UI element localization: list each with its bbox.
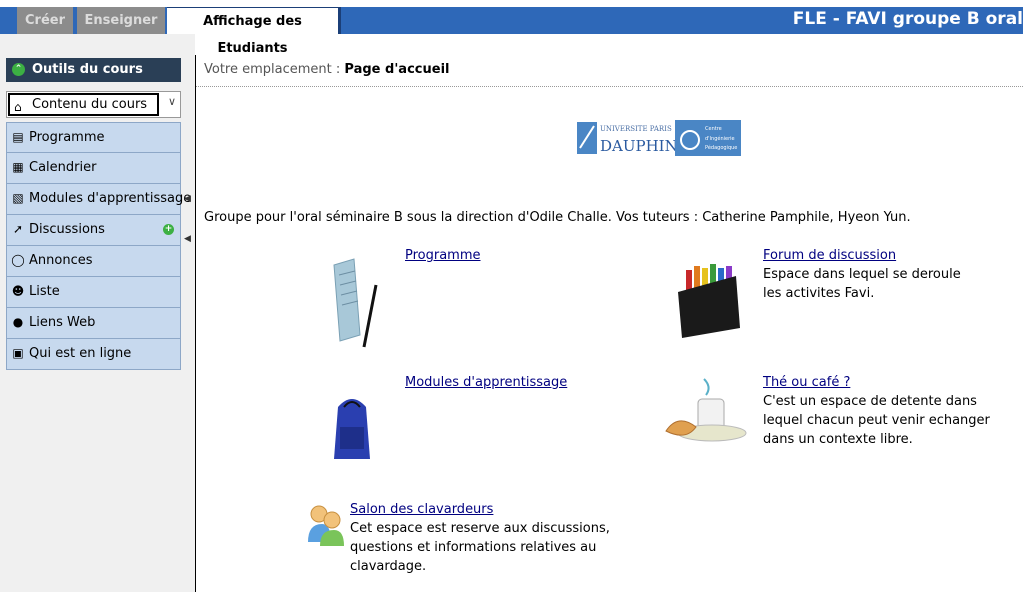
module-icon: ▧ xyxy=(12,191,24,205)
document-icon: ▤ xyxy=(12,130,24,144)
select-value: Contenu du cours xyxy=(32,97,148,112)
logo-university: UNIVERSITE PARIS xyxy=(600,125,672,133)
course-content-select[interactable]: ⌂ Contenu du cours ∨ xyxy=(6,91,181,118)
entry-salon: Salon des clavardeurs Cet espace est res… xyxy=(350,500,660,576)
tab-affichage-etudiants[interactable]: Affichage des Etudiants xyxy=(167,7,341,56)
file-organizer-icon xyxy=(678,264,740,338)
sidebar-item-annonces[interactable]: ◯ Annonces xyxy=(6,246,181,277)
breadcrumb: Votre emplacement : Page d'accueil xyxy=(204,62,449,77)
collapse-arrow-icon[interactable]: ◀ xyxy=(184,194,191,204)
breadcrumb-current: Page d'accueil xyxy=(344,62,450,77)
user-online-icon: ▣ xyxy=(12,346,24,360)
top-bar: Créer Enseigner Affichage des Etudiants … xyxy=(0,0,1023,56)
coffee-croissant-icon xyxy=(665,378,747,442)
chevron-down-icon[interactable]: ∨ xyxy=(168,95,176,108)
entry-forum: Forum de discussion Espace dans lequel s… xyxy=(763,246,983,303)
sidebar-divider xyxy=(195,55,196,592)
new-item-icon: + xyxy=(163,224,174,235)
sidebar-item-label: Qui est en ligne xyxy=(29,346,132,361)
logo-center-3: Pédagogique xyxy=(705,144,737,151)
sidebar-list: ▤ Programme ▦ Calendrier ▧ Modules d'app… xyxy=(6,122,191,370)
sidebar-item-qui-en-ligne[interactable]: ▣ Qui est en ligne xyxy=(6,339,181,370)
course-title: FLE - FAVI groupe B oral xyxy=(792,9,1023,29)
notepad-pen-icon xyxy=(333,258,378,348)
collapse-arrow-icon[interactable]: ◀ xyxy=(184,234,191,244)
sidebar-item-label: Modules d'apprentissage xyxy=(29,191,192,206)
sidebar-item-liens-web[interactable]: ● Liens Web xyxy=(6,308,181,339)
the-cafe-link[interactable]: Thé ou café ? xyxy=(763,375,850,390)
entry-programme: Programme xyxy=(405,246,481,265)
megaphone-icon: ◯ xyxy=(11,253,25,267)
people-icon: ☻ xyxy=(11,284,25,298)
tab-enseigner[interactable]: Enseigner xyxy=(77,7,165,34)
sidebar-item-label: Liste xyxy=(29,284,60,299)
chevron-up-circle-icon[interactable]: ⌃ xyxy=(12,63,25,76)
globe-icon: ● xyxy=(12,315,24,329)
sidebar-item-label: Discussions xyxy=(29,222,105,237)
the-cafe-description: C'est un espace de detente dans lequel c… xyxy=(763,394,990,447)
programme-link[interactable]: Programme xyxy=(405,248,481,263)
sidebar-collapse-handle[interactable]: ◀ ◀ xyxy=(184,194,194,254)
sidebar-item-label: Annonces xyxy=(29,253,93,268)
modules-link[interactable]: Modules d'apprentissage xyxy=(405,375,567,390)
sidebar-item-programme[interactable]: ▤ Programme xyxy=(6,122,181,153)
breadcrumb-divider xyxy=(196,86,1023,87)
sidebar-item-calendrier[interactable]: ▦ Calendrier xyxy=(6,153,181,184)
entry-modules: Modules d'apprentissage xyxy=(405,373,567,392)
breadcrumb-prefix: Votre emplacement : xyxy=(204,62,341,77)
tab-creer[interactable]: Créer xyxy=(17,7,73,34)
dauphine-logo: UNIVERSITE PARIS DAUPHINE Centre d'Ingén… xyxy=(577,118,741,158)
forum-link[interactable]: Forum de discussion xyxy=(763,248,896,263)
entry-the-cafe: Thé ou café ? C'est un espace de detente… xyxy=(763,373,1013,449)
salon-link[interactable]: Salon des clavardeurs xyxy=(350,502,493,517)
sidebar-item-liste[interactable]: ☻ Liste xyxy=(6,277,181,308)
select-value-box[interactable]: ⌂ Contenu du cours xyxy=(8,93,159,116)
salon-description: Cet espace est reserve aux discussions, … xyxy=(350,521,610,574)
calendar-icon: ▦ xyxy=(12,160,24,174)
chat-users-icon xyxy=(308,505,344,546)
course-intro: Groupe pour l'oral séminaire B sous la d… xyxy=(204,210,911,225)
sidebar: ⌃ Outils du cours ⌂ Contenu du cours ∨ ▤… xyxy=(0,34,195,592)
logo-center-1: Centre xyxy=(705,126,722,132)
sidebar-item-label: Programme xyxy=(29,130,105,145)
logo-center-2: d'Ingénierie xyxy=(705,135,735,142)
home-icon: ⌂ xyxy=(14,100,22,114)
pin-icon: ➚ xyxy=(12,222,24,236)
sidebar-item-label: Liens Web xyxy=(29,315,96,330)
sidebar-item-label: Calendrier xyxy=(29,160,97,175)
forum-description: Espace dans lequel se deroule les activi… xyxy=(763,267,961,301)
sidebar-header-label: Outils du cours xyxy=(32,62,143,77)
sidebar-header: ⌃ Outils du cours xyxy=(6,58,181,82)
sidebar-item-discussions[interactable]: ➚ Discussions + xyxy=(6,215,181,246)
backpack-icon xyxy=(334,399,370,459)
sidebar-item-modules[interactable]: ▧ Modules d'apprentissage xyxy=(6,184,191,215)
